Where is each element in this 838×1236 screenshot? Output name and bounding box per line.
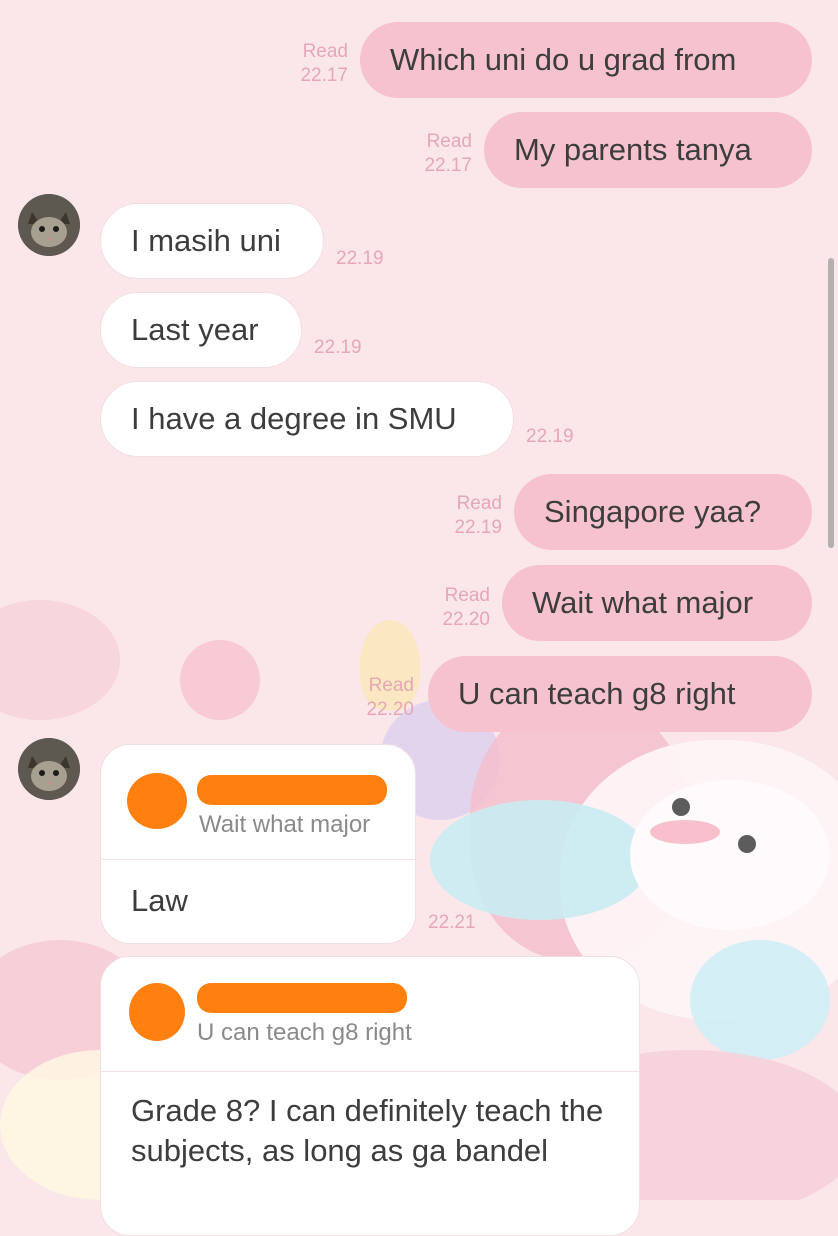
outgoing-message-bubble[interactable]: Which uni do u grad from	[360, 22, 812, 98]
incoming-message-bubble[interactable]: Last year	[100, 292, 302, 368]
message-time: 22.17	[300, 65, 348, 86]
read-status: Read	[456, 493, 502, 514]
message-meta: Read 22.17	[414, 130, 472, 178]
outgoing-message-bubble[interactable]: My parents tanya	[484, 112, 812, 188]
read-status: Read	[426, 131, 472, 152]
redacted-profile-icon	[127, 773, 187, 829]
quoted-text: Wait what major	[199, 811, 371, 838]
message-meta: Read 22.20	[356, 674, 414, 722]
reply-message-bubble[interactable]: U can teach g8 right Grade 8? I can defi…	[100, 956, 640, 1236]
outgoing-message-bubble[interactable]: Wait what major	[502, 565, 812, 641]
message-text: I have a degree in SMU	[131, 401, 457, 436]
quoted-message[interactable]: U can teach g8 right	[101, 957, 639, 1072]
scrollbar[interactable]	[828, 258, 834, 548]
message-meta: Read 22.17	[292, 40, 348, 88]
message-text: Grade 8? I can definitely teach the subj…	[131, 1093, 604, 1168]
message-time: 22.21	[428, 912, 476, 933]
read-status: Read	[368, 675, 414, 696]
message-time: 22.19	[526, 426, 574, 447]
read-status: Read	[444, 585, 490, 606]
chat-thread[interactable]: Read 22.17 Which uni do u grad from Read…	[0, 0, 838, 1236]
outgoing-message-bubble[interactable]: U can teach g8 right	[428, 656, 812, 732]
message-time: 22.20	[366, 699, 414, 720]
message-text: I masih uni	[131, 223, 281, 258]
quoted-text: U can teach g8 right	[197, 1019, 412, 1046]
redacted-name	[197, 775, 387, 805]
message-text: My parents tanya	[514, 132, 752, 167]
message-text: Last year	[131, 312, 259, 347]
redacted-profile-icon	[129, 983, 185, 1041]
reply-message-bubble[interactable]: Wait what major Law	[100, 744, 416, 944]
message-text: Which uni do u grad from	[390, 42, 737, 77]
cat-avatar-icon[interactable]	[18, 738, 80, 800]
message-time: 22.19	[454, 517, 502, 538]
message-text: Singapore yaa?	[544, 494, 762, 529]
cat-avatar-icon[interactable]	[18, 194, 80, 256]
message-text: Wait what major	[532, 585, 754, 620]
incoming-message-bubble[interactable]: I have a degree in SMU	[100, 381, 514, 457]
read-status: Read	[302, 41, 348, 62]
message-time: 22.17	[424, 155, 472, 176]
message-time: 22.19	[314, 337, 362, 358]
message-text: Law	[131, 883, 188, 918]
message-meta: Read 22.20	[432, 584, 490, 632]
quoted-message[interactable]: Wait what major	[101, 745, 415, 860]
message-time: 22.20	[442, 609, 490, 630]
message-text: U can teach g8 right	[458, 676, 736, 711]
outgoing-message-bubble[interactable]: Singapore yaa?	[514, 474, 812, 550]
incoming-message-bubble[interactable]: I masih uni	[100, 203, 324, 279]
message-meta: Read 22.19	[446, 492, 502, 540]
redacted-name	[197, 983, 407, 1013]
message-time: 22.19	[336, 248, 384, 269]
